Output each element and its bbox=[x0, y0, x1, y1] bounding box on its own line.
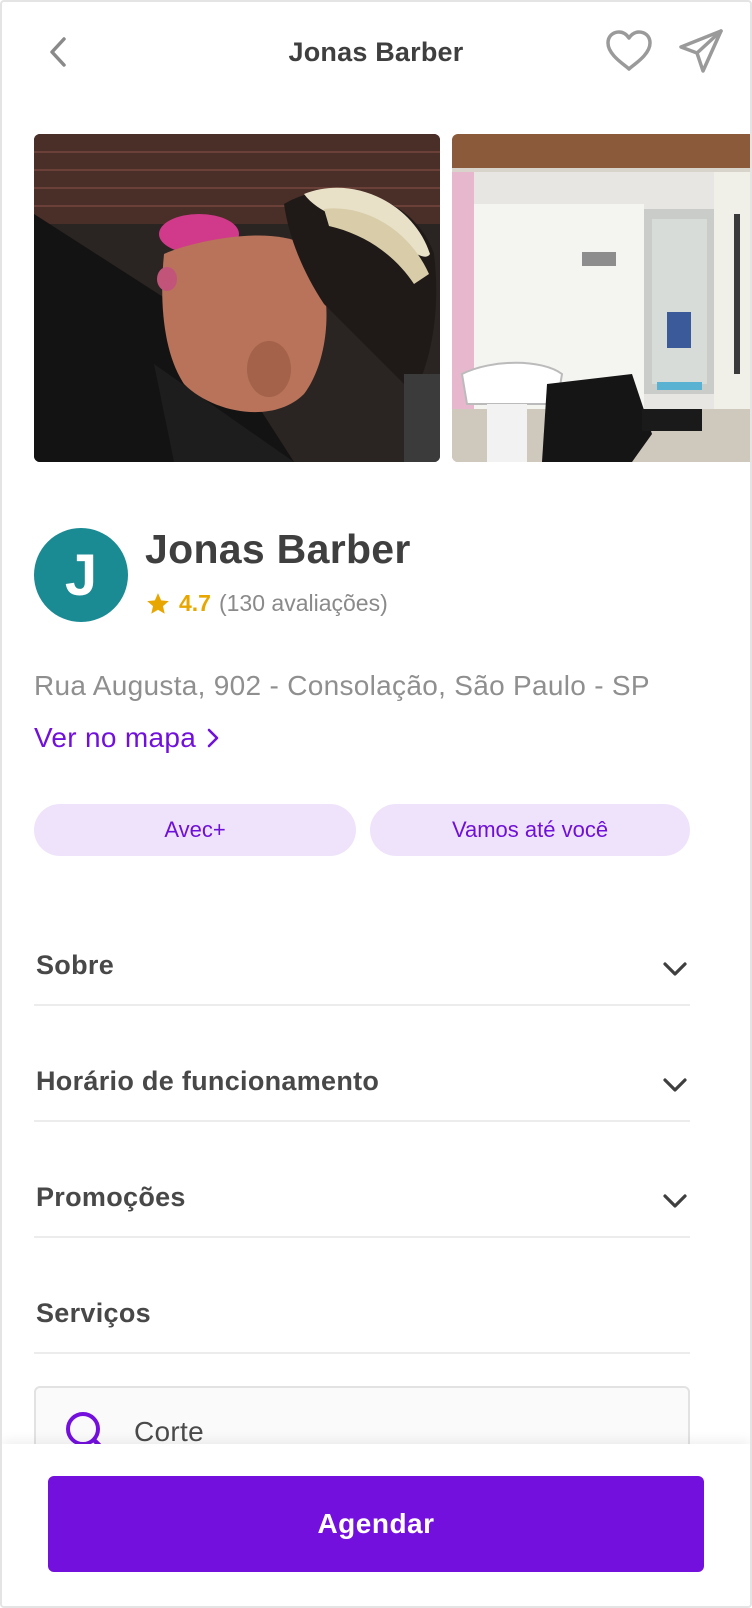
app-screen: Jonas Barber J Jonas Barber 4.7 (130 ava… bbox=[0, 0, 752, 1608]
section-opening-hours-label: Horário de funcionamento bbox=[36, 1066, 380, 1096]
section-promotions[interactable]: Promoções bbox=[34, 1168, 690, 1238]
gallery-photo-salon[interactable] bbox=[452, 134, 750, 462]
heart-icon bbox=[606, 30, 652, 71]
gallery-photo-haircut[interactable] bbox=[34, 134, 440, 462]
rating-value: 4.7 bbox=[179, 590, 211, 616]
schedule-button[interactable]: Agendar bbox=[48, 1476, 704, 1572]
favorite-button[interactable] bbox=[602, 26, 656, 76]
tag-home-service[interactable]: Vamos até você bbox=[370, 804, 690, 856]
section-promotions-label: Promoções bbox=[36, 1182, 186, 1212]
section-about-label: Sobre bbox=[36, 950, 115, 980]
view-on-map-label: Ver no mapa bbox=[34, 722, 197, 753]
review-count: (130 avaliações) bbox=[218, 590, 388, 616]
rating-row[interactable]: 4.7 (130 avaliações) bbox=[145, 590, 388, 617]
section-about[interactable]: Sobre bbox=[34, 936, 690, 1006]
chevron-right-icon bbox=[206, 727, 220, 749]
star-icon bbox=[147, 592, 169, 614]
top-bar: Jonas Barber bbox=[2, 2, 750, 102]
section-opening-hours[interactable]: Horário de funcionamento bbox=[34, 1052, 690, 1122]
section-services-label: Serviços bbox=[36, 1298, 151, 1328]
photo-gallery[interactable] bbox=[34, 134, 750, 462]
section-services: Serviços bbox=[34, 1284, 690, 1354]
tag-avec-plus[interactable]: Avec+ bbox=[34, 804, 356, 856]
salon-interior-photo-image bbox=[452, 134, 750, 462]
chevron-down-icon bbox=[660, 1186, 690, 1216]
avatar: J bbox=[34, 528, 128, 622]
chevron-down-icon bbox=[660, 954, 690, 984]
bottom-bar: Agendar bbox=[2, 1444, 750, 1606]
view-on-map-link[interactable]: Ver no mapa bbox=[34, 722, 220, 754]
business-name: Jonas Barber bbox=[145, 526, 411, 572]
share-button[interactable] bbox=[674, 26, 728, 76]
chevron-down-icon bbox=[660, 1070, 690, 1100]
send-icon bbox=[679, 29, 723, 73]
address: Rua Augusta, 902 - Consolação, São Paulo… bbox=[34, 670, 650, 701]
haircut-photo-image bbox=[34, 134, 440, 462]
